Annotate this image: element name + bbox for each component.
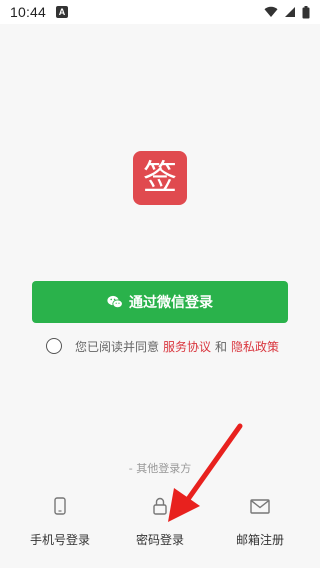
agreement-radio[interactable] [46, 338, 62, 354]
status-time: 10:44 [10, 4, 47, 20]
wifi-icon [264, 6, 278, 18]
password-login-label: 密码登录 [135, 533, 184, 547]
status-icons [264, 5, 310, 19]
agreement-text: 您已阅读并同意 [75, 339, 160, 354]
agreement-and: 和 [215, 339, 228, 354]
annotation-arrow-icon [168, 423, 243, 522]
status-bar: 10:44 A [0, 0, 320, 24]
login-screen: 签 通过微信登录 您已阅读并同意 服务协议 和 隐私政策 - 其他登录方 手机号… [0, 24, 320, 568]
agreement-row: 您已阅读并同意 服务协议 和 隐私政策 [46, 336, 283, 356]
privacy-policy-link[interactable]: 隐私政策 [231, 338, 279, 355]
wechat-login-button[interactable]: 通过微信登录 [32, 281, 288, 323]
wechat-login-label: 通过微信登录 [129, 295, 213, 311]
notification-icon: A [56, 6, 69, 18]
phone-icon [54, 497, 66, 515]
mail-icon [250, 498, 270, 514]
signal-icon [285, 7, 295, 17]
wechat-icon [107, 295, 123, 309]
battery-icon [302, 5, 310, 18]
email-register-label: 邮箱注册 [235, 533, 284, 547]
phone-login-option[interactable]: 手机号登录 [29, 492, 91, 554]
service-agreement-link[interactable]: 服务协议 [163, 338, 211, 355]
app-logo: 签 [133, 151, 187, 205]
phone-login-label: 手机号登录 [29, 533, 90, 547]
